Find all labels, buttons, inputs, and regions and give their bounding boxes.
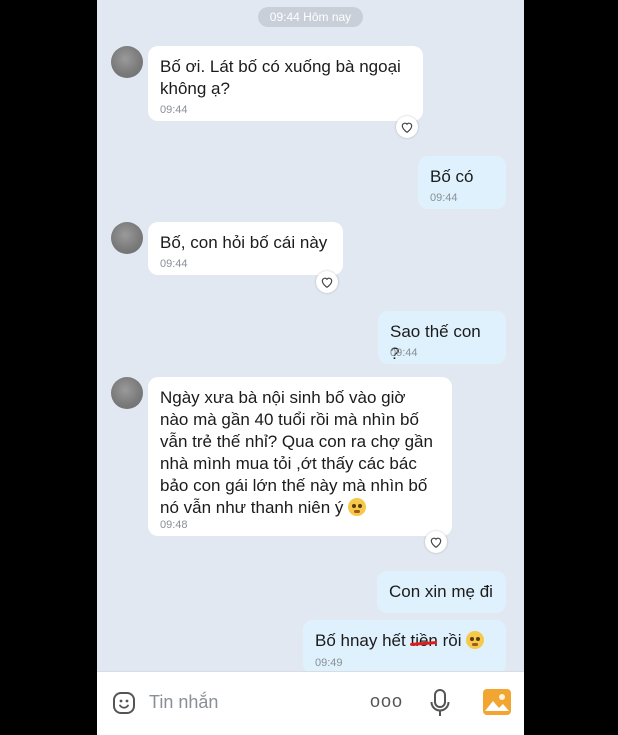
dizzy-face-emoji-icon bbox=[466, 631, 485, 649]
message-text: Bố ơi. Lát bố có xuống bà ngoại không ạ? bbox=[160, 57, 401, 98]
smiling-face-emoji-icon bbox=[348, 498, 367, 516]
avatar[interactable] bbox=[111, 46, 143, 78]
message-input-bar: Tin nhắn ooo bbox=[97, 671, 524, 735]
message-bubble-outgoing[interactable]: Bố có 09:44 bbox=[418, 156, 506, 209]
chat-screen: 09:44 Hôm nay Bố ơi. Lát bố có xuống bà … bbox=[97, 0, 524, 735]
message-bubble-outgoing[interactable]: Sao thế con ? 09:44 bbox=[378, 311, 506, 364]
message-text: Con xin mẹ đi bbox=[389, 582, 493, 601]
microphone-icon[interactable] bbox=[428, 688, 452, 718]
avatar[interactable] bbox=[111, 222, 143, 254]
message-bubble-incoming[interactable]: Bố, con hỏi bố cái này 09:44 bbox=[148, 222, 343, 275]
message-bubble-incoming[interactable]: Bố ơi. Lát bố có xuống bà ngoại không ạ?… bbox=[148, 46, 423, 121]
message-bubble-outgoing[interactable]: Bố hnay hết tiền rồi 09:49 bbox=[303, 620, 506, 674]
message-time: 09:44 bbox=[160, 104, 188, 116]
message-bubble-incoming[interactable]: Ngày xưa bà nội sinh bố vào giờ nào mà g… bbox=[148, 377, 452, 536]
message-time: 09:49 bbox=[315, 657, 343, 669]
message-text: Ngày xưa bà nội sinh bố vào giờ nào mà g… bbox=[160, 388, 433, 517]
heart-icon[interactable] bbox=[425, 531, 447, 553]
more-options-icon[interactable]: ooo bbox=[370, 691, 403, 712]
avatar[interactable] bbox=[111, 377, 143, 409]
heart-icon[interactable] bbox=[316, 271, 338, 293]
message-text: rồi bbox=[437, 631, 462, 650]
timestamp-pill: 09:44 Hôm nay bbox=[258, 7, 363, 27]
message-bubble-outgoing[interactable]: Con xin mẹ đi bbox=[377, 571, 506, 613]
message-input[interactable]: Tin nhắn bbox=[149, 692, 218, 713]
message-text: Bố có bbox=[430, 167, 474, 186]
message-time: 09:44 bbox=[390, 347, 418, 359]
message-text: Bố, con hỏi bố cái này bbox=[160, 233, 328, 252]
heart-icon[interactable] bbox=[396, 116, 418, 138]
image-icon[interactable] bbox=[483, 689, 511, 715]
message-time: 09:44 bbox=[160, 258, 188, 270]
smile-icon[interactable] bbox=[112, 691, 136, 715]
message-text: Bố hnay hết bbox=[315, 631, 411, 650]
struck-text: tiền bbox=[410, 631, 438, 650]
message-time: 09:48 bbox=[160, 519, 188, 531]
message-time: 09:44 bbox=[430, 192, 458, 204]
